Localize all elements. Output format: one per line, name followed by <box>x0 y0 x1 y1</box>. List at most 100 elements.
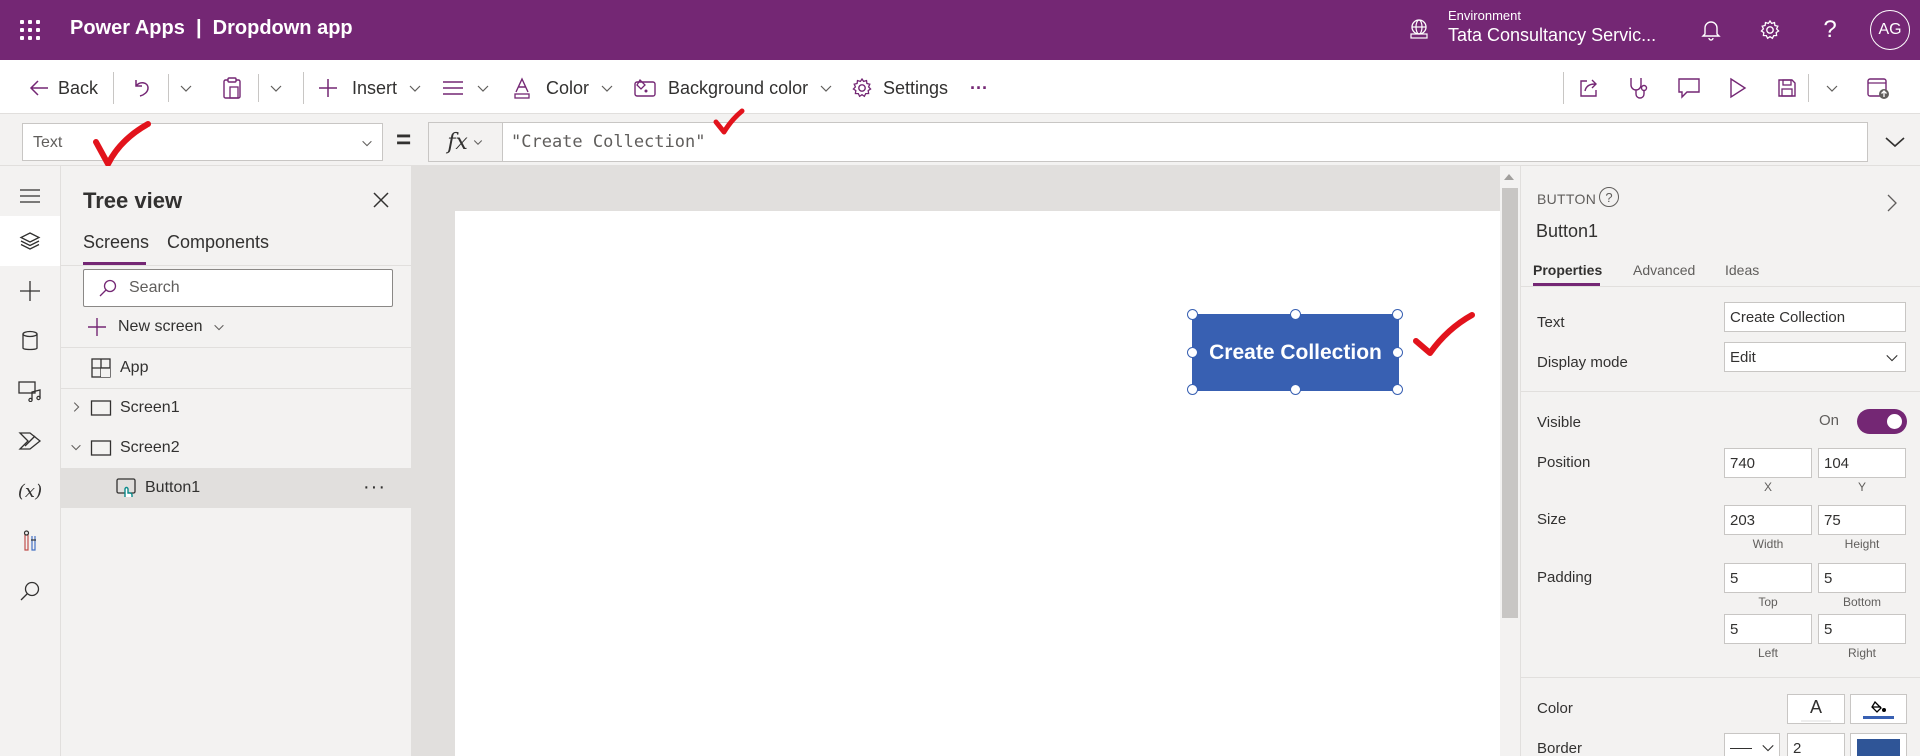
back-button[interactable]: Back <box>28 73 98 103</box>
divider <box>303 72 304 104</box>
display-mode-dropdown[interactable]: Edit <box>1724 342 1906 372</box>
function-picker-button[interactable]: fx <box>428 122 502 162</box>
screen-icon <box>90 440 112 456</box>
app-launcher-icon[interactable] <box>18 18 42 42</box>
resize-handle[interactable] <box>1187 347 1198 358</box>
save-button[interactable] <box>1777 73 1797 103</box>
chevron-down-icon[interactable] <box>69 440 83 454</box>
undo-menu-button[interactable] <box>178 73 194 103</box>
menu-toggle-button[interactable] <box>0 171 60 221</box>
advanced-tools-nav-button[interactable] <box>0 516 60 566</box>
position-x-input[interactable]: 740 <box>1724 448 1812 478</box>
tab-advanced[interactable]: Advanced <box>1633 262 1695 278</box>
padding-left-input[interactable]: 5 <box>1724 614 1812 644</box>
tree-view-nav-button[interactable] <box>0 216 60 266</box>
power-automate-nav-button[interactable] <box>0 416 60 466</box>
padding-right-input[interactable]: 5 <box>1818 614 1906 644</box>
visible-toggle[interactable] <box>1857 409 1907 434</box>
padding-bottom-input[interactable]: 5 <box>1818 563 1906 593</box>
position-label: Position <box>1537 454 1591 471</box>
resize-handle[interactable] <box>1392 384 1403 395</box>
resize-handle[interactable] <box>1392 347 1403 358</box>
media-nav-button[interactable] <box>0 366 60 416</box>
tree-item-button1[interactable]: Button1 ··· <box>61 468 412 508</box>
variables-nav-button[interactable]: (𝑥) <box>0 466 60 516</box>
size-height-input[interactable]: 75 <box>1818 505 1906 535</box>
button-control-icon <box>116 478 136 497</box>
create-collection-button[interactable]: Create Collection <box>1192 314 1399 391</box>
padding-top-input[interactable]: 5 <box>1724 563 1812 593</box>
expand-formula-bar-button[interactable] <box>1880 128 1910 156</box>
environment-picker[interactable]: Tata Consultancy Servic... <box>1448 25 1656 46</box>
user-avatar[interactable]: AG <box>1870 10 1910 50</box>
notifications-button[interactable] <box>1696 15 1726 45</box>
border-color-picker[interactable] <box>1850 733 1907 756</box>
position-y-input[interactable]: 104 <box>1818 448 1906 478</box>
scroll-up-arrow-icon[interactable] <box>1504 174 1514 180</box>
text-color-swatch-bar <box>1801 719 1831 722</box>
chevron-down-icon <box>214 324 225 331</box>
screen-canvas[interactable]: Create Collection <box>455 211 1500 756</box>
clipboard-icon <box>223 77 241 99</box>
tree-item-screen2[interactable]: Screen2 <box>61 428 412 468</box>
chevron-down-icon <box>409 85 421 92</box>
share-button[interactable] <box>1578 73 1600 103</box>
undo-button[interactable] <box>132 73 152 103</box>
border-style-dropdown[interactable] <box>1724 733 1780 756</box>
chevron-right-icon[interactable] <box>69 400 83 414</box>
tree-search-input[interactable]: Search <box>83 269 393 307</box>
resize-handle[interactable] <box>1290 309 1301 320</box>
insert-nav-button[interactable] <box>0 266 60 316</box>
tree-item-app[interactable]: App <box>61 348 412 388</box>
scrollbar-thumb[interactable] <box>1502 188 1518 618</box>
control-name[interactable]: Button1 <box>1536 221 1598 242</box>
publish-button[interactable] <box>1866 73 1890 103</box>
align-button[interactable] <box>443 73 491 103</box>
help-button[interactable]: ? <box>1815 15 1845 45</box>
settings-command-button[interactable]: Settings <box>851 73 948 103</box>
new-screen-button[interactable]: New screen <box>86 316 226 338</box>
paste-button[interactable] <box>222 73 242 103</box>
more-options-button[interactable]: ··· <box>363 476 386 499</box>
text-property-input[interactable]: Create Collection <box>1724 302 1906 332</box>
save-menu-button[interactable] <box>1824 73 1840 103</box>
annotation-checkmark <box>1413 312 1475 356</box>
property-dropdown[interactable]: Text <box>22 123 383 161</box>
data-nav-button[interactable] <box>0 316 60 366</box>
formula-input[interactable]: "Create Collection" <box>502 122 1868 162</box>
canvas-vertical-scrollbar[interactable] <box>1500 166 1520 756</box>
chevron-right-icon[interactable] <box>1885 192 1899 214</box>
tab-screens[interactable]: Screens <box>83 232 149 253</box>
chevron-down-icon <box>270 85 282 92</box>
border-width-input[interactable]: 2 <box>1787 733 1845 756</box>
tree-item-screen1[interactable]: Screen1 <box>61 388 412 428</box>
resize-handle[interactable] <box>1187 309 1198 320</box>
paint-bucket-icon <box>1870 700 1886 713</box>
properties-panel: BUTTON ? Button1 Properties Advanced Ide… <box>1520 166 1920 756</box>
color-button[interactable]: Color <box>512 73 615 103</box>
resize-handle[interactable] <box>1187 384 1198 395</box>
settings-button[interactable] <box>1755 15 1785 45</box>
tab-ideas[interactable]: Ideas <box>1725 262 1759 278</box>
comments-button[interactable] <box>1677 73 1701 103</box>
insert-button[interactable]: Insert <box>318 73 423 103</box>
background-color-button[interactable]: Background color <box>634 73 834 103</box>
help-icon[interactable]: ? <box>1599 187 1619 207</box>
chevron-down-icon <box>477 85 489 92</box>
tab-components[interactable]: Components <box>167 232 269 253</box>
insert-label: Insert <box>352 77 398 98</box>
resize-handle[interactable] <box>1392 309 1403 320</box>
size-width-input[interactable]: 203 <box>1724 505 1812 535</box>
paste-menu-button[interactable] <box>268 73 284 103</box>
close-icon[interactable] <box>369 188 393 212</box>
fill-color-picker[interactable] <box>1850 694 1907 724</box>
app-checker-button[interactable] <box>1628 73 1650 103</box>
resize-handle[interactable] <box>1290 384 1301 395</box>
search-nav-button[interactable] <box>0 566 60 616</box>
text-color-picker[interactable]: A <box>1787 694 1845 724</box>
preview-button[interactable] <box>1729 73 1747 103</box>
font-color-icon: A <box>1809 696 1822 717</box>
more-commands-button[interactable]: ··· <box>970 73 988 103</box>
top-bar: Power Apps | Dropdown app Environment Ta… <box>0 0 1920 60</box>
tab-properties[interactable]: Properties <box>1533 262 1602 278</box>
